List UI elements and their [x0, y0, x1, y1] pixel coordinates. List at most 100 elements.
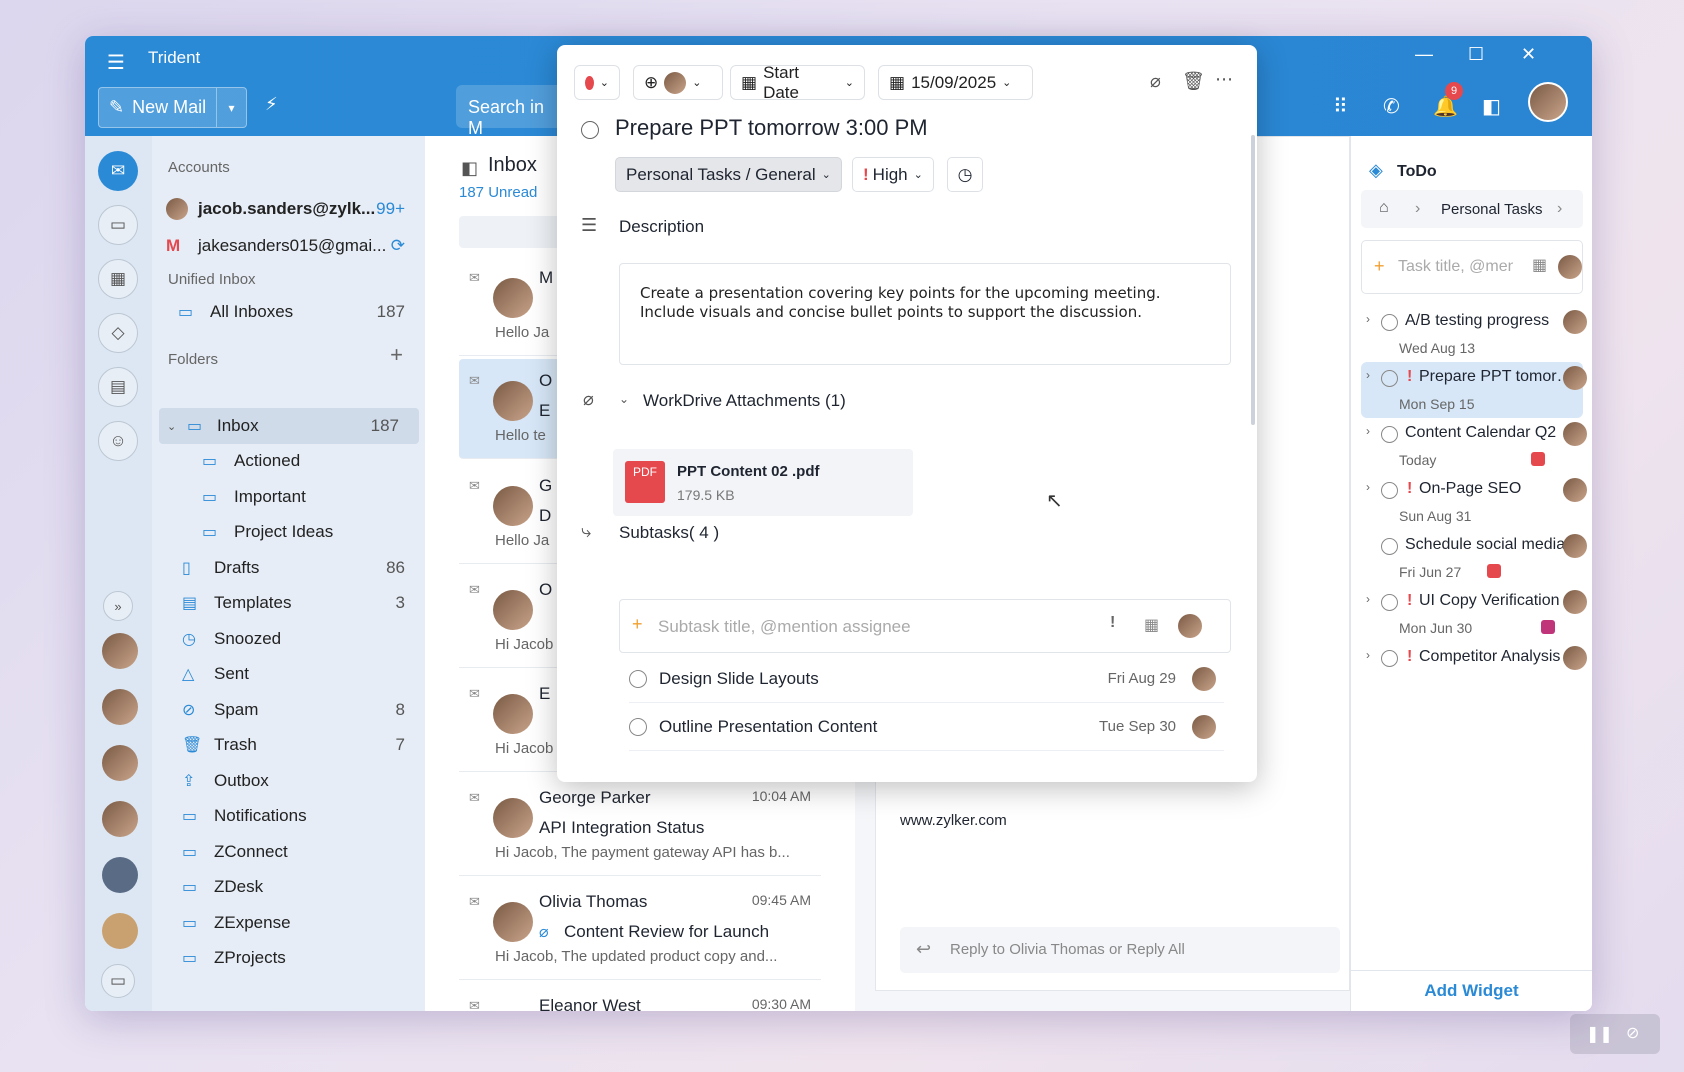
folder-outbox[interactable]: ⇪ Outbox	[152, 763, 425, 799]
chevron-down-icon[interactable]: ⌄	[167, 420, 187, 433]
list-item[interactable]: ✉ Olivia Thomas 09:45 AM Content Review for…	[459, 880, 821, 980]
task-checkbox[interactable]	[1381, 482, 1398, 499]
task-checkbox[interactable]	[1381, 370, 1398, 387]
all-inboxes[interactable]: ▭ All Inboxes 187	[152, 294, 425, 330]
task-checkbox[interactable]	[1381, 426, 1398, 443]
subtask-checkbox[interactable]	[629, 669, 647, 688]
contact-avatar[interactable]	[102, 745, 138, 781]
quick-action-icon[interactable]: ⚡	[265, 94, 278, 115]
trash-icon[interactable]: 🗑	[1182, 71, 1205, 92]
user-avatar[interactable]	[1528, 82, 1568, 122]
folder-notifications[interactable]: ▭ Notifications	[152, 798, 425, 834]
chevron-down-icon[interactable]: ⌄	[619, 392, 629, 406]
folder-snoozed[interactable]: ◷ Snoozed	[152, 621, 425, 657]
task-checkbox[interactable]	[1381, 538, 1398, 555]
contact-avatar[interactable]	[102, 801, 138, 837]
calendar-icon[interactable]: ▦	[1532, 255, 1547, 275]
status-dropdown[interactable]: ⌄	[574, 65, 620, 100]
recording-controls[interactable]: ❚❚ ⊘	[1570, 1014, 1660, 1054]
subtask-input[interactable]: + Subtask title, @mention assignee ! ▦	[619, 599, 1231, 653]
task-checkbox[interactable]	[1381, 650, 1398, 667]
signature-website[interactable]: www.zylker.com	[900, 812, 1007, 829]
contact-avatar[interactable]	[102, 857, 138, 893]
assignee-avatar[interactable]	[1558, 255, 1582, 279]
mic-off-icon[interactable]: ⊘	[1626, 1023, 1639, 1043]
add-folder-icon[interactable]: +	[390, 342, 403, 368]
subtask-item[interactable]: Design Slide Layouts Fri Aug 29	[629, 655, 1224, 703]
chevron-right-icon[interactable]: ›	[1366, 592, 1370, 606]
expand-icon[interactable]: »	[103, 591, 133, 621]
maximize-icon[interactable]: ☐	[1468, 44, 1484, 65]
reminder-button[interactable]: ◷	[947, 157, 983, 192]
folder-important[interactable]: ▭ Important	[152, 479, 425, 515]
minimize-icon[interactable]: —	[1415, 44, 1433, 65]
task-title-input[interactable]: + Task title, @mention a... ▦	[1361, 240, 1583, 294]
task-item[interactable]: Schedule social media postsFri Jun 27	[1361, 530, 1587, 586]
feedback-icon[interactable]: ▭	[101, 964, 135, 998]
notes-icon[interactable]: ▤	[98, 367, 138, 407]
list-item[interactable]: ✉ George Parker 10:04 AM API Integration St…	[459, 776, 821, 876]
calendar-icon[interactable]: ▦	[98, 259, 138, 299]
folder-drafts[interactable]: ▯ Drafts 86	[152, 550, 425, 586]
task-checkbox[interactable]	[1381, 594, 1398, 611]
folder-sent[interactable]: △ Sent	[152, 656, 425, 692]
pause-icon[interactable]: ❚❚	[1586, 1024, 1613, 1044]
tasks-icon[interactable]: ◇	[98, 313, 138, 353]
new-mail-button[interactable]: ✎ New Mail ▾	[98, 87, 247, 128]
task-list-dropdown[interactable]: Personal Tasks / General ⌄	[615, 157, 842, 192]
task-checkbox[interactable]	[1381, 314, 1398, 331]
modal-scrollbar[interactable]	[1251, 135, 1255, 425]
task-item[interactable]: › Content Calendar Q2 Today	[1361, 418, 1587, 474]
more-options-icon[interactable]: ⋯	[1215, 69, 1233, 90]
subtask-checkbox[interactable]	[629, 717, 647, 736]
due-date-dropdown[interactable]: ▦ 15/09/2025 ⌄	[878, 65, 1033, 100]
folder-templates[interactable]: ▤ Templates 3	[152, 585, 425, 621]
calendar-icon[interactable]: ▦	[1144, 615, 1159, 635]
assignee-dropdown[interactable]: ⊕ ⌄	[633, 65, 723, 100]
task-complete-checkbox[interactable]	[581, 121, 599, 139]
reply-box[interactable]: ↩ Reply to Olivia Thomas or Reply All	[900, 927, 1340, 973]
task-item[interactable]: › A/B testing progress Wed Aug 13	[1361, 306, 1587, 362]
panel-toggle-icon[interactable]: ◧	[1482, 94, 1501, 119]
phone-icon[interactable]: ✆	[1383, 94, 1400, 119]
pane-toggle-icon[interactable]: ◧	[461, 158, 478, 179]
apps-grid-icon[interactable]: ⠿	[1333, 94, 1348, 119]
menu-icon[interactable]: ☰	[107, 50, 125, 75]
todo-breadcrumb[interactable]: ⌂ › Personal Tasks ›	[1361, 190, 1583, 228]
description-field[interactable]: Create a presentation covering key point…	[619, 263, 1231, 365]
attachment-icon[interactable]: ⌀	[1150, 71, 1161, 92]
sync-icon[interactable]: ⟳	[391, 236, 405, 256]
account-primary[interactable]: jacob.sanders@zylk... 99+	[152, 191, 425, 227]
priority-icon[interactable]: !	[1110, 614, 1115, 632]
folder-actioned[interactable]: ▭ Actioned	[152, 443, 425, 479]
contact-avatar[interactable]	[102, 633, 138, 669]
chevron-right-icon[interactable]: ›	[1366, 312, 1370, 326]
attachment-file[interactable]: PDF PPT Content 02 .pdf 179.5 KB	[613, 449, 913, 516]
contacts-icon[interactable]: ☺	[98, 421, 138, 461]
unread-count[interactable]: 187 Unread	[459, 184, 537, 201]
close-icon[interactable]: ✕	[1521, 44, 1536, 65]
folder-zconnect[interactable]: ▭ ZConnect	[152, 834, 425, 870]
list-item[interactable]: ✉ Eleanor West 09:30 AM	[459, 984, 821, 1011]
chevron-right-icon[interactable]: ›	[1366, 648, 1370, 662]
task-title[interactable]: Prepare PPT tomorrow 3:00 PM	[615, 115, 928, 141]
mail-icon[interactable]: ✉	[98, 151, 138, 191]
assignee-avatar[interactable]	[1178, 614, 1202, 638]
chat-icon[interactable]: ▭	[98, 205, 138, 245]
chevron-right-icon[interactable]: ›	[1366, 480, 1370, 494]
contact-avatar[interactable]	[102, 689, 138, 725]
subtask-item[interactable]: Outline Presentation Content Tue Sep 30	[629, 703, 1224, 751]
add-widget-button[interactable]: Add Widget	[1351, 970, 1592, 1011]
folder-zexpense[interactable]: ▭ ZExpense	[152, 905, 425, 941]
contact-avatar[interactable]	[102, 913, 138, 949]
priority-dropdown[interactable]: ! High ⌄	[852, 157, 934, 192]
home-icon[interactable]: ⌂	[1379, 199, 1389, 217]
folder-inbox[interactable]: ⌄ ▭ Inbox 187	[159, 408, 419, 444]
new-mail-dropdown[interactable]: ▾	[216, 88, 246, 127]
task-item[interactable]: ›! Competitor Analysis	[1361, 642, 1587, 698]
task-item[interactable]: ›Prepare PPT tomorrow 3:...!Mon Sep 15	[1361, 362, 1587, 418]
chevron-right-icon[interactable]: ›	[1366, 424, 1370, 438]
folder-spam[interactable]: ⊘ Spam 8	[152, 692, 425, 728]
task-item[interactable]: ›! On-Page SEO Sun Aug 31	[1361, 474, 1587, 530]
folder-trash[interactable]: 🗑 Trash 7	[152, 727, 425, 763]
